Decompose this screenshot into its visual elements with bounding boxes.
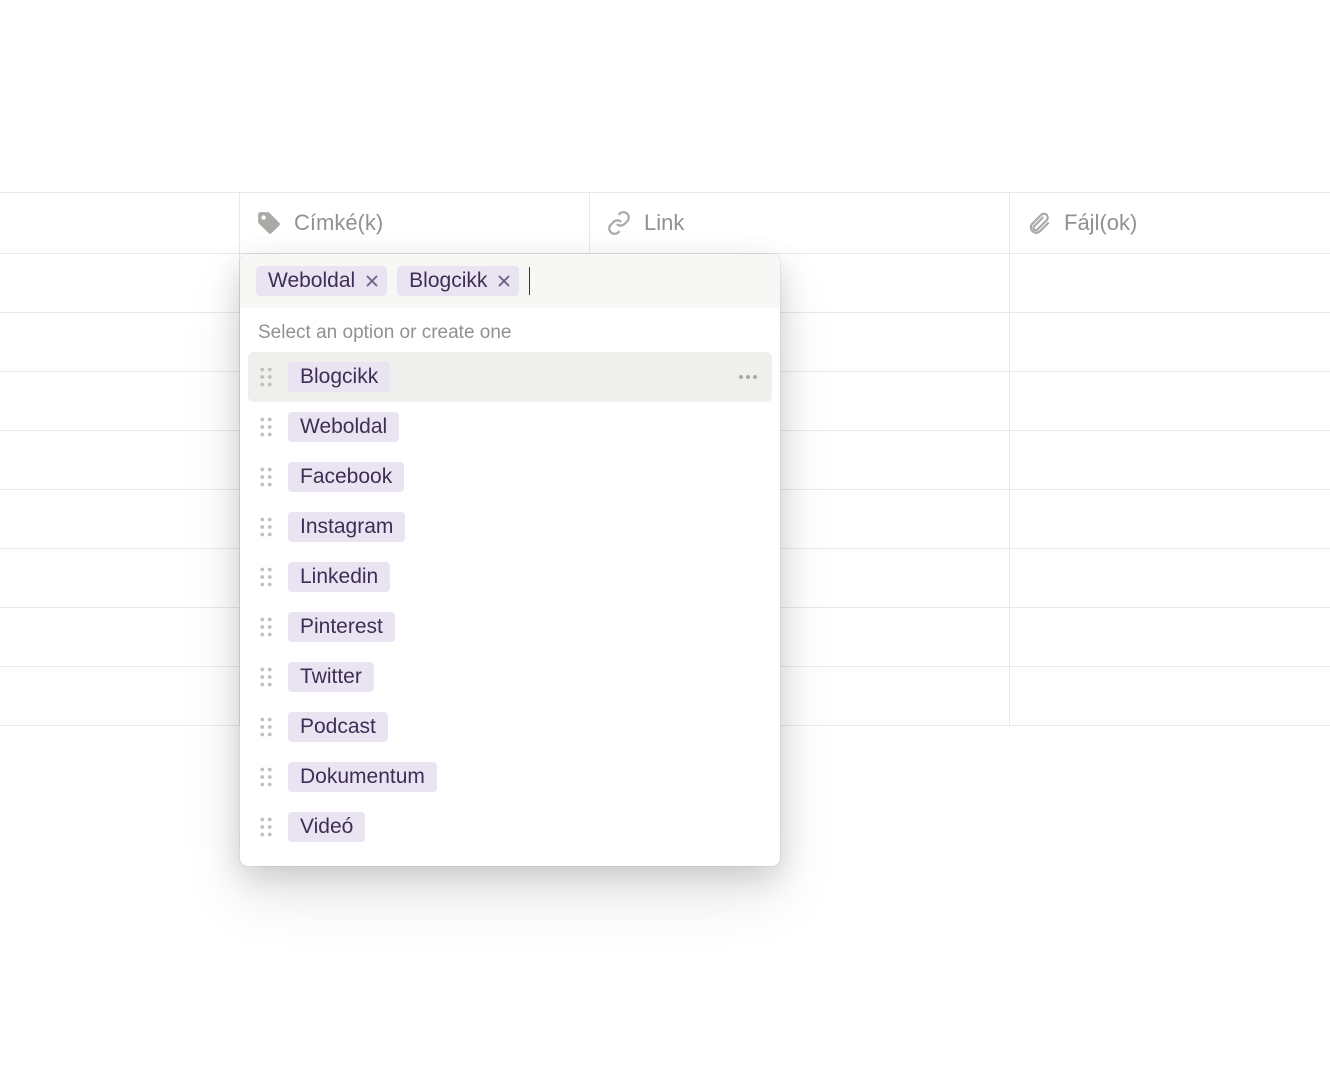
tag-option-label: Podcast [288,712,388,742]
table-header-row: Címké(k) Link Fájl(ok) [0,192,1330,254]
tag-option[interactable]: Dokumentum [248,752,772,802]
column-header-files[interactable]: Fájl(ok) [1010,193,1330,253]
column-header-tags[interactable]: Címké(k) [240,193,590,253]
close-icon[interactable] [363,272,381,290]
text-cursor [529,267,530,295]
selected-tag-label: Blogcikk [409,269,487,293]
table-header-hidden [0,193,240,253]
column-header-link[interactable]: Link [590,193,1010,253]
tag-option-label: Linkedin [288,562,390,592]
tag-icon [256,210,282,236]
column-header-link-label: Link [644,210,684,236]
drag-handle-icon[interactable] [258,667,274,687]
tag-option[interactable]: Videó [248,802,772,852]
tag-option-list: Blogcikk Weboldal Facebook Instagram Linkedi… [240,352,780,866]
more-icon[interactable] [734,363,762,391]
tag-option-label: Blogcikk [288,362,390,392]
drag-handle-icon[interactable] [258,367,274,387]
drag-handle-icon[interactable] [258,617,274,637]
tag-select-popover: Weboldal Blogcikk Select an option or cre… [240,254,780,866]
drag-handle-icon[interactable] [258,467,274,487]
tag-option-label: Videó [288,812,365,842]
drag-handle-icon[interactable] [258,767,274,787]
selected-tag-chip: Weboldal [256,266,387,296]
column-header-tags-label: Címké(k) [294,210,383,236]
tag-option[interactable]: Podcast [248,702,772,752]
drag-handle-icon[interactable] [258,717,274,737]
tag-select-input[interactable]: Weboldal Blogcikk [240,254,780,308]
drag-handle-icon[interactable] [258,417,274,437]
link-icon [606,210,632,236]
tag-option[interactable]: Weboldal [248,402,772,452]
paperclip-icon [1026,210,1052,236]
close-icon[interactable] [495,272,513,290]
tag-option[interactable]: Instagram [248,502,772,552]
tag-option[interactable]: Linkedin [248,552,772,602]
tag-option[interactable]: Blogcikk [248,352,772,402]
tag-option-label: Facebook [288,462,404,492]
tag-option-label: Dokumentum [288,762,437,792]
selected-tag-label: Weboldal [268,269,355,293]
drag-handle-icon[interactable] [258,817,274,837]
drag-handle-icon[interactable] [258,567,274,587]
tag-option-label: Instagram [288,512,405,542]
tag-option[interactable]: Twitter [248,652,772,702]
tag-option-label: Pinterest [288,612,395,642]
tag-option[interactable]: Pinterest [248,602,772,652]
tag-option-label: Twitter [288,662,374,692]
tag-option[interactable]: Facebook [248,452,772,502]
selected-tag-chip: Blogcikk [397,266,519,296]
column-header-files-label: Fájl(ok) [1064,210,1137,236]
tag-select-hint: Select an option or create one [240,308,780,352]
tag-option-label: Weboldal [288,412,399,442]
drag-handle-icon[interactable] [258,517,274,537]
